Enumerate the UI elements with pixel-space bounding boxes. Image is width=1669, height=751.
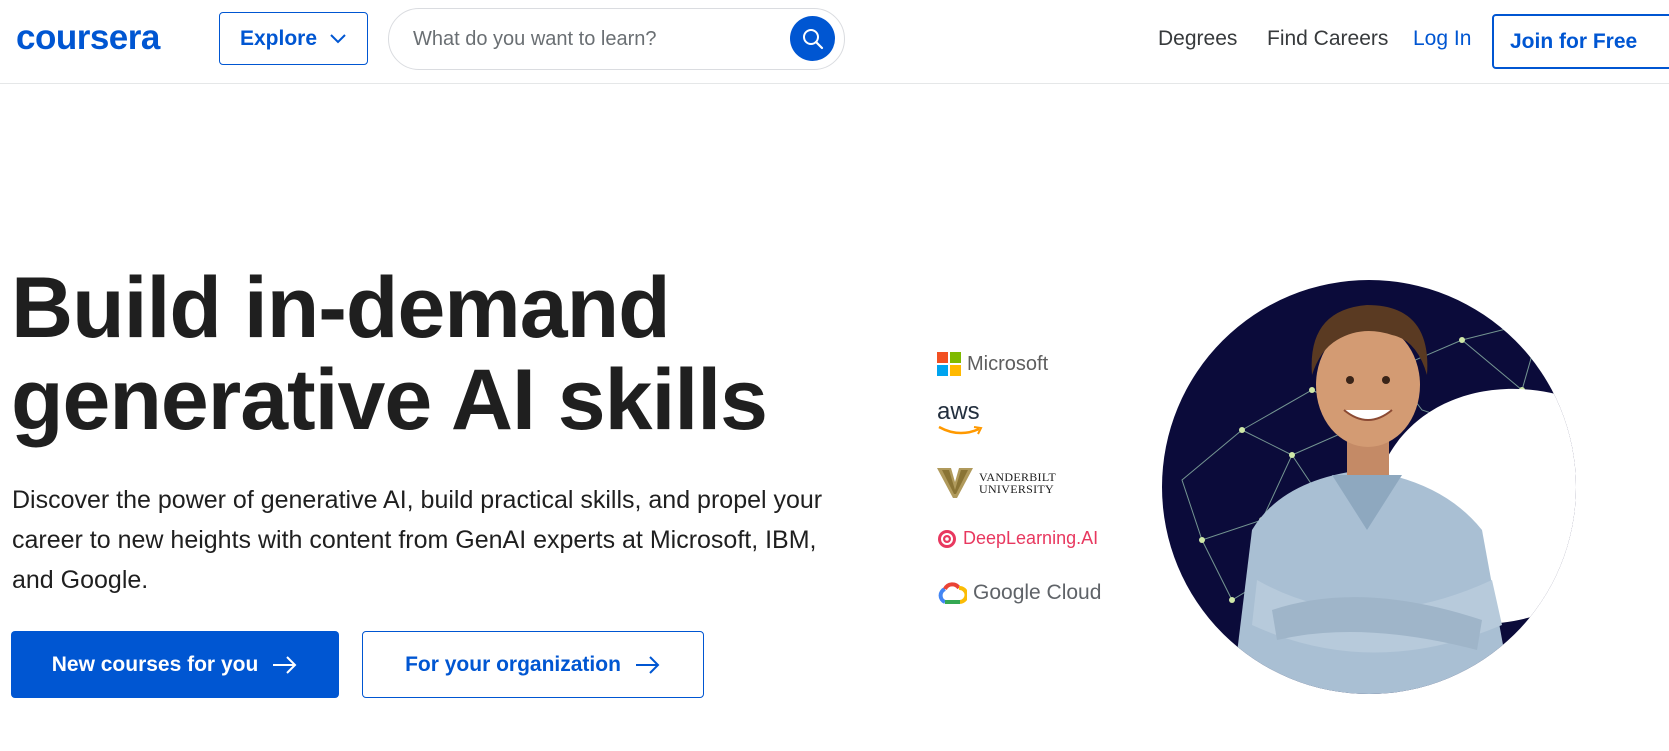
search-button[interactable]: [790, 16, 835, 61]
vanderbilt-logo: VANDERBILT UNIVERSITY: [937, 468, 1056, 498]
deeplearning-logo: DeepLearning.AI: [937, 528, 1098, 549]
google-cloud-logo: Google Cloud: [937, 581, 1101, 605]
new-courses-button[interactable]: New courses for you: [11, 631, 339, 698]
hero-title-line1: Build in-demand: [11, 260, 671, 356]
deeplearning-label: DeepLearning.AI: [963, 528, 1099, 548]
nav-degrees[interactable]: Degrees: [1158, 26, 1237, 52]
hero-title: Build in-demand generative AI skills: [11, 260, 768, 448]
explore-label: Explore: [239, 26, 318, 50]
hero-description: Discover the power of generative AI, bui…: [12, 486, 823, 594]
aws-logo: aws: [937, 400, 985, 438]
deeplearning-icon: [938, 529, 956, 548]
search-bar: [388, 8, 845, 70]
hero-person-image: [1162, 280, 1576, 694]
top-header: coursera Explore Degrees Find Careers Lo…: [0, 0, 1669, 84]
arrow-right-icon: [273, 655, 297, 674]
chevron-down-icon: [330, 33, 346, 43]
search-input[interactable]: [411, 26, 775, 52]
arrow-right-icon: [635, 655, 660, 674]
google-cloud-icon: [938, 582, 967, 604]
aws-label: aws: [937, 398, 980, 425]
for-organization-button[interactable]: For your organization: [362, 631, 704, 698]
coursera-logo[interactable]: coursera: [16, 18, 160, 58]
vanderbilt-v-icon: [937, 468, 973, 498]
join-button[interactable]: Join for Free: [1492, 14, 1669, 69]
microsoft-logo: Microsoft: [937, 352, 1048, 376]
vanderbilt-line2: UNIVERSITY: [979, 482, 1054, 496]
vanderbilt-text: VANDERBILT UNIVERSITY: [979, 471, 1056, 495]
microsoft-squares-icon: [937, 352, 961, 376]
for-organization-label: For your organization: [405, 652, 621, 676]
new-courses-label: New courses for you: [51, 652, 259, 676]
google-cloud-label: Google Cloud: [973, 581, 1102, 604]
search-icon: [802, 28, 823, 49]
nav-find-careers[interactable]: Find Careers: [1267, 26, 1388, 52]
microsoft-label: Microsoft: [967, 352, 1049, 375]
nav-login[interactable]: Log In: [1413, 26, 1471, 52]
explore-button[interactable]: Explore: [219, 12, 368, 65]
hero-title-line2: generative AI skills: [11, 352, 768, 448]
aws-smile-icon: [938, 425, 983, 435]
